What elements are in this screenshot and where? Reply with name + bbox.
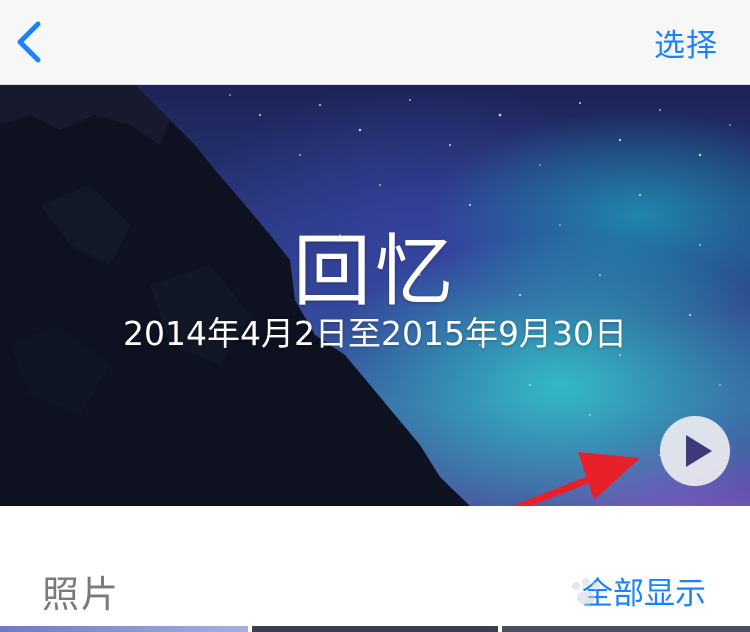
thumbnail[interactable] <box>502 626 750 632</box>
back-button[interactable] <box>8 14 52 70</box>
navigation-bar: 选择 <box>0 0 750 85</box>
thumbnail-strip <box>0 626 750 632</box>
play-button[interactable] <box>660 416 730 486</box>
thumbnail[interactable] <box>252 626 498 632</box>
photos-section-header: 照片 全部显示 <box>0 506 750 626</box>
section-title: 照片 <box>42 573 120 616</box>
show-all-link[interactable]: 全部显示 <box>582 568 706 613</box>
select-button[interactable]: 选择 <box>654 20 718 65</box>
thumbnail[interactable] <box>0 626 248 632</box>
memory-hero-card[interactable]: 回忆 2014年4月2日至2015年9月30日 <box>0 85 750 506</box>
chevron-left-icon <box>17 21 41 63</box>
memory-title: 回忆 <box>292 227 457 317</box>
memory-date-range: 2014年4月2日至2015年9月30日 <box>123 314 627 353</box>
play-icon <box>686 435 712 467</box>
